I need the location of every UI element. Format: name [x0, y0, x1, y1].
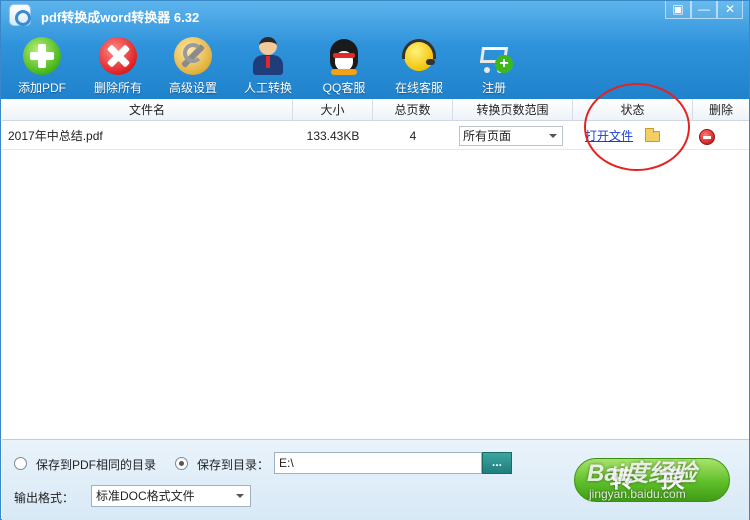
- app-window: pdf转换成word转换器 6.32 ▣ — ✕ 添加PDF 删除所有 高级设置: [0, 0, 750, 520]
- window-controls: ▣ — ✕: [665, 1, 743, 19]
- chevron-down-icon: [549, 133, 557, 138]
- manual-convert-label: 人工转换: [243, 81, 292, 95]
- output-format-label: 输出格式：: [14, 491, 75, 505]
- green-plus-icon: [23, 37, 61, 75]
- toolbar: 添加PDF 删除所有 高级设置 人工转换 QQ客服 在线客服 + 注册: [1, 31, 561, 97]
- window-menu-button[interactable]: ▣: [665, 1, 691, 19]
- delete-all-button[interactable]: 删除所有: [81, 31, 155, 96]
- column-pages[interactable]: 总页数: [373, 99, 453, 121]
- remove-circle-icon[interactable]: [699, 128, 715, 145]
- status-cell: 打开文件: [573, 122, 693, 150]
- table-row[interactable]: 2017年中总结.pdf 133.43KB 4 所有页面 打开文件: [2, 122, 749, 150]
- register-button[interactable]: + 注册: [457, 31, 531, 96]
- output-format-value: 标准DOC格式文件: [96, 489, 195, 503]
- qq-penguin-icon: [325, 37, 363, 75]
- column-filename[interactable]: 文件名: [2, 99, 293, 121]
- file-name-cell: 2017年中总结.pdf: [2, 122, 293, 150]
- column-range[interactable]: 转换页数范围: [453, 99, 573, 121]
- headset-smiley-icon: [400, 37, 438, 75]
- close-button[interactable]: ✕: [717, 1, 743, 19]
- column-size[interactable]: 大小: [293, 99, 373, 121]
- qq-service-label: QQ客服: [322, 81, 366, 95]
- qq-service-button[interactable]: QQ客服: [307, 31, 381, 96]
- page-count: 4: [409, 128, 417, 143]
- browse-button[interactable]: ...: [482, 452, 512, 474]
- minimize-button[interactable]: —: [691, 1, 717, 19]
- window-title: pdf转换成word转换器 6.32: [41, 10, 200, 25]
- page-range-value: 所有页面: [463, 128, 512, 143]
- delete-cell: [693, 122, 749, 150]
- title-bar: pdf转换成word转换器 6.32 ▣ — ✕: [1, 1, 749, 29]
- advanced-settings-label: 高级设置: [168, 81, 217, 95]
- header-band: pdf转换成word转换器 6.32 ▣ — ✕ 添加PDF 删除所有 高级设置: [1, 1, 749, 99]
- wrench-icon: [174, 37, 212, 75]
- save-same-dir-label[interactable]: 保存到PDF相同的目录: [36, 456, 156, 473]
- delete-all-label: 删除所有: [93, 81, 142, 95]
- chevron-down-icon: [236, 494, 244, 498]
- register-label: 注册: [481, 81, 506, 95]
- save-same-dir-radio[interactable]: [14, 457, 27, 470]
- online-service-label: 在线客服: [394, 81, 443, 95]
- online-service-button[interactable]: 在线客服: [382, 31, 456, 96]
- file-name: 2017年中总结.pdf: [8, 128, 103, 143]
- open-file-link[interactable]: 打开文件: [585, 122, 633, 150]
- add-pdf-label: 添加PDF: [17, 81, 66, 95]
- add-pdf-button[interactable]: 添加PDF: [5, 31, 79, 96]
- save-to-dir-label[interactable]: 保存到目录：: [197, 456, 269, 473]
- agent-person-icon: [249, 37, 287, 75]
- bottom-panel: 保存到PDF相同的目录 保存到目录： E:\ ... 输出格式： 标准DOC格式…: [2, 439, 749, 520]
- save-path-input[interactable]: E:\: [274, 452, 482, 474]
- cart-plus-icon: +: [475, 37, 513, 75]
- convert-button[interactable]: 转 换: [574, 458, 730, 502]
- column-status[interactable]: 状态: [573, 99, 693, 121]
- app-logo-icon: [9, 4, 31, 26]
- red-x-icon: [99, 37, 137, 75]
- folder-icon[interactable]: [645, 127, 660, 142]
- page-range-select[interactable]: 所有页面: [459, 125, 563, 146]
- save-to-dir-radio[interactable]: [175, 457, 188, 470]
- column-delete[interactable]: 删除: [693, 99, 749, 121]
- range-cell: 所有页面: [453, 122, 573, 150]
- advanced-settings-button[interactable]: 高级设置: [156, 31, 230, 96]
- output-format-select[interactable]: 标准DOC格式文件: [91, 485, 251, 507]
- file-size: 133.43KB: [306, 128, 360, 143]
- file-table-header: 文件名 大小 总页数 转换页数范围 状态 删除: [2, 99, 749, 121]
- manual-convert-button[interactable]: 人工转换: [231, 31, 305, 96]
